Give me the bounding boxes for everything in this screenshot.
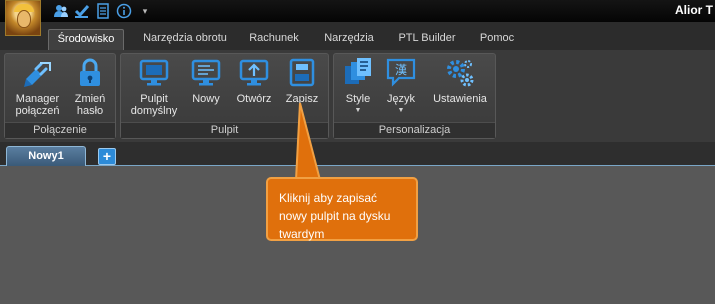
save-desktop-icon (289, 58, 315, 87)
tab-narzedzia-obrotu[interactable]: Narzędzia obrotu (135, 29, 235, 50)
tab-narzedzia[interactable]: Narzędzia (320, 29, 378, 50)
open-desktop-icon (239, 59, 269, 86)
users-icon[interactable] (52, 2, 70, 20)
group-label-pulpit: Pulpit (121, 122, 328, 138)
styles-label: Style (345, 93, 371, 105)
plug-icon (23, 62, 51, 87)
open-desktop-button[interactable]: Otwórz (231, 57, 277, 105)
svg-text:漢: 漢 (395, 63, 407, 77)
settings-button[interactable]: Ustawienia (430, 57, 490, 105)
styles-button[interactable]: Style ▼ (338, 57, 378, 114)
lock-icon (80, 58, 100, 86)
quick-access-toolbar: ▾ (52, 2, 154, 20)
new-desktop-button[interactable]: Nowy (185, 57, 227, 105)
settings-label: Ustawienia (433, 93, 487, 105)
language-icon: 漢 (386, 58, 416, 87)
add-tab-button[interactable]: + (98, 148, 116, 165)
default-desktop-button[interactable]: Pulpit domyślny (127, 57, 181, 117)
group-label-polaczenie: Połączenie (5, 122, 115, 138)
change-password-label: Zmień hasło (74, 93, 106, 117)
window-title: Alior T (675, 3, 713, 17)
tab-pomoc[interactable]: Pomoc (474, 29, 520, 50)
open-desktop-label: Otwórz (236, 93, 272, 105)
new-desktop-label: Nowy (192, 93, 220, 105)
default-desktop-label: Pulpit domyślny (130, 93, 178, 117)
tab-ptl-builder[interactable]: PTL Builder (394, 29, 460, 50)
styles-icon (345, 58, 371, 84)
group-label-personalizacja: Personalizacja (334, 122, 495, 138)
tab-rachunek[interactable]: Rachunek (245, 29, 303, 50)
language-dropdown-icon: ▼ (397, 107, 405, 114)
title-bar: ▾ Alior T (0, 0, 715, 22)
save-tooltip: Kliknij aby zapisać nowy pulpit na dysku… (266, 177, 418, 241)
new-desktop-icon (191, 59, 221, 86)
settings-icon (447, 60, 474, 87)
document-tab-nowy1[interactable]: Nowy1 (6, 146, 86, 166)
info-icon[interactable] (115, 2, 133, 20)
styles-dropdown-icon: ▼ (354, 107, 362, 114)
language-label: Język (386, 93, 416, 105)
ribbon: Manager połączeń Zmień hasło Połączenie … (0, 50, 715, 142)
change-password-button[interactable]: Zmień hasło (65, 57, 115, 117)
document-tabs: Nowy1 + (0, 142, 715, 166)
connection-manager-button[interactable]: Manager połączeń (10, 57, 65, 117)
default-desktop-icon (139, 59, 169, 86)
checkmark-icon[interactable] (73, 2, 91, 20)
ribbon-group-polaczenie: Manager połączeń Zmień hasło Połączenie (4, 53, 116, 139)
ribbon-tabs: Środowisko Narzędzia obrotu Rachunek Nar… (0, 22, 715, 50)
connection-manager-label: Manager połączeń (15, 93, 60, 117)
app-logo[interactable] (5, 0, 41, 36)
ribbon-group-pulpit: Pulpit domyślny Nowy Otwórz Zapisz Pulpi… (120, 53, 329, 139)
document-icon[interactable] (94, 2, 112, 20)
save-desktop-button[interactable]: Zapisz (279, 57, 325, 105)
customize-dropdown-icon[interactable]: ▾ (136, 2, 154, 20)
ribbon-group-personalizacja: Style ▼ 漢 Język ▼ Ustawienia Personaliza… (333, 53, 496, 139)
save-desktop-label: Zapisz (285, 93, 319, 105)
tab-srodowisko[interactable]: Środowisko (48, 29, 124, 50)
language-button[interactable]: 漢 Język ▼ (380, 57, 422, 114)
